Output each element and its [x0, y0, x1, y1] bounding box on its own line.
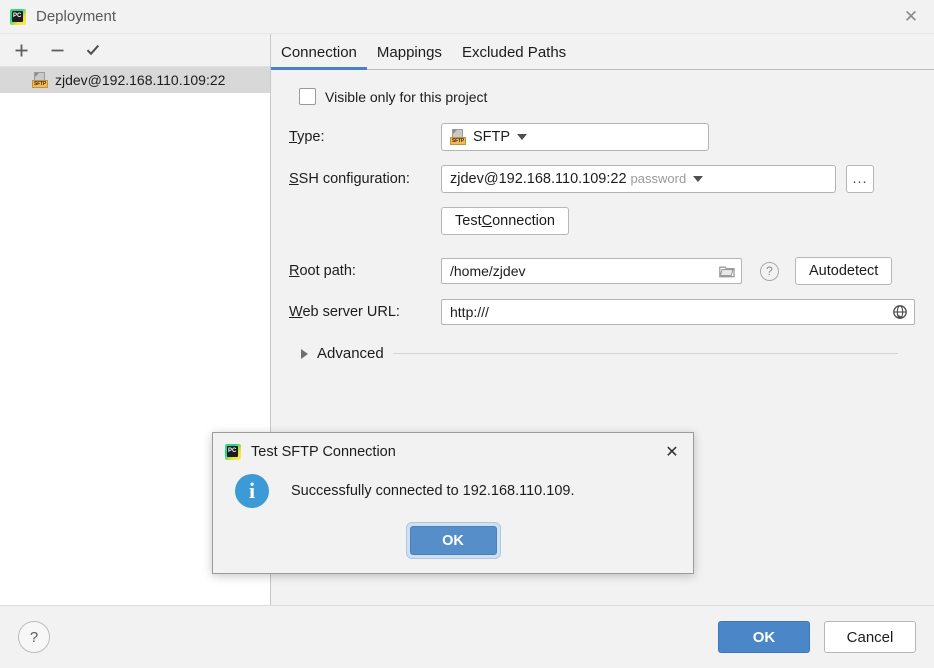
modal-ok-button[interactable]: OK: [409, 526, 497, 555]
ssh-configuration-browse-button[interactable]: ...: [846, 165, 874, 193]
modal-actions: OK: [213, 522, 693, 573]
set-default-server-button[interactable]: [82, 39, 104, 61]
tab-excluded-paths[interactable]: Excluded Paths: [452, 44, 576, 70]
dialog-footer: ? OK Cancel: [0, 605, 934, 668]
list-item-label: zjdev@192.168.110.109:22: [55, 72, 226, 88]
settings-tabs: Connection Mappings Excluded Paths: [271, 34, 934, 70]
ok-button[interactable]: OK: [718, 621, 810, 653]
visible-only-label: Visible only for this project: [325, 88, 488, 105]
visible-only-checkbox[interactable]: [299, 88, 316, 105]
type-label: Type:: [289, 129, 441, 145]
sftp-icon: SFTP: [32, 72, 48, 88]
ssh-configuration-value: zjdev@192.168.110.109:22 password: [450, 171, 686, 187]
chevron-down-icon: [693, 176, 704, 182]
window-title: Deployment: [36, 8, 117, 25]
ssh-configuration-label: SSH configuration:: [289, 171, 441, 187]
test-connection-mnemonic: C: [481, 213, 493, 229]
ssh-configuration-auth-type: password: [630, 171, 687, 186]
footer-actions: OK Cancel: [718, 621, 916, 653]
root-path-label-mnemonic: R: [289, 263, 300, 279]
web-server-url-value: http:///: [450, 304, 489, 320]
root-path-input[interactable]: /home/zjdev: [441, 258, 742, 284]
type-label-mnemonic: T: [289, 129, 298, 145]
pycharm-icon: [225, 443, 241, 460]
minus-icon: [51, 49, 63, 51]
test-sftp-connection-dialog: Test SFTP Connection ✕ i Successfully co…: [212, 432, 694, 574]
list-item[interactable]: SFTP zjdev@192.168.110.109:22: [0, 67, 270, 93]
cancel-button[interactable]: Cancel: [824, 621, 916, 653]
web-server-url-label: Web server URL:: [289, 304, 441, 320]
type-row: Type: SFTP SFTP: [289, 123, 916, 151]
help-button[interactable]: ?: [18, 621, 50, 653]
root-path-label: Root path:: [289, 263, 441, 279]
pycharm-icon: [10, 8, 26, 25]
plus-icon: [15, 44, 27, 56]
advanced-section[interactable]: Advanced: [301, 345, 916, 362]
advanced-label: Advanced: [317, 345, 384, 362]
chevron-down-icon: [517, 134, 528, 140]
type-select-value: SFTP: [473, 129, 511, 145]
test-connection-prefix: Test: [455, 213, 482, 229]
web-server-url-input[interactable]: http:///: [441, 299, 915, 325]
autodetect-button[interactable]: Autodetect: [795, 257, 893, 285]
modal-body: i Successfully connected to 192.168.110.…: [213, 470, 693, 508]
root-path-row: Root path: /home/zjdev ? Autodetect: [289, 257, 916, 285]
root-path-label-rest: oot path:: [299, 263, 356, 279]
root-path-value: /home/zjdev: [450, 263, 526, 279]
modal-ok-focus-ring: OK: [405, 522, 501, 559]
modal-close-icon[interactable]: ✕: [651, 433, 693, 470]
root-path-help-icon[interactable]: ?: [760, 261, 779, 281]
web-server-url-label-mnemonic: W: [289, 304, 303, 320]
modal-message: Successfully connected to 192.168.110.10…: [291, 483, 575, 499]
ssh-configuration-select[interactable]: zjdev@192.168.110.109:22 password: [441, 165, 836, 193]
web-server-url-row: Web server URL: http:///: [289, 299, 916, 325]
modal-titlebar: Test SFTP Connection ✕: [213, 433, 693, 470]
add-server-button[interactable]: [10, 39, 32, 61]
test-connection-button[interactable]: Test Connection: [441, 207, 569, 235]
sftp-icon: SFTP: [450, 129, 466, 145]
folder-icon[interactable]: [719, 265, 735, 278]
remove-server-button[interactable]: [46, 39, 68, 61]
server-list-toolbar: [0, 34, 270, 67]
type-select[interactable]: SFTP SFTP: [441, 123, 709, 151]
ssh-label-rest: SH configuration:: [298, 171, 410, 187]
info-icon: i: [235, 474, 269, 508]
web-server-url-label-rest: eb server URL:: [302, 304, 400, 320]
advanced-separator: [392, 353, 898, 354]
ssh-label-mnemonic: S: [289, 171, 299, 187]
window-close-icon[interactable]: ✕: [888, 0, 934, 33]
checkmark-icon: [86, 44, 100, 56]
modal-title: Test SFTP Connection: [251, 443, 396, 460]
window-titlebar: Deployment ✕: [0, 0, 934, 33]
ssh-configuration-value-text: zjdev@192.168.110.109:22: [450, 171, 627, 187]
tab-mappings[interactable]: Mappings: [367, 44, 452, 70]
globe-icon[interactable]: [892, 304, 908, 320]
chevron-right-icon: [301, 348, 308, 359]
ssh-configuration-row: SSH configuration: zjdev@192.168.110.109…: [289, 165, 916, 193]
visible-only-row[interactable]: Visible only for this project: [299, 88, 916, 105]
type-label-rest: ype:: [297, 129, 325, 145]
test-connection-suffix: onnection: [492, 213, 555, 229]
tab-connection[interactable]: Connection: [271, 44, 367, 70]
test-connection-row: Test Connection: [289, 207, 916, 235]
